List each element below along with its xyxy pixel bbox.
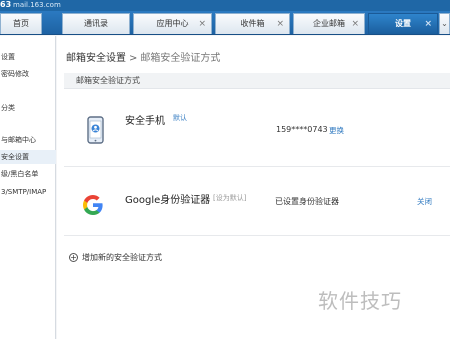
site-url: mail.163.com <box>13 1 61 9</box>
change-phone-link[interactable]: 更换 <box>329 125 344 136</box>
tab-enterprise-mail[interactable]: 企业邮箱 × <box>293 13 365 34</box>
sidebar-item-password[interactable]: 密码修改 <box>0 67 56 81</box>
add-icon: + <box>69 253 78 262</box>
tab-contacts[interactable]: 通讯录 <box>62 13 130 34</box>
tab-settings[interactable]: 设置 × <box>368 13 438 34</box>
close-icon[interactable]: × <box>276 14 284 34</box>
tab-inbox[interactable]: 收件箱 × <box>215 13 290 34</box>
sidebar-item-security[interactable]: 安全设置 <box>0 150 56 164</box>
method-name: Google身份验证器 <box>125 195 211 206</box>
close-icon[interactable]: × <box>351 14 359 34</box>
method-name: 安全手机 <box>125 116 165 127</box>
section-header: 邮箱安全验证方式 <box>64 73 450 89</box>
sidebar-item-label: 安全设置 <box>1 153 29 161</box>
sidebar-item-blacklist[interactable]: 级/黑白名单 <box>0 167 56 181</box>
logo[interactable]: 63 <box>0 0 11 10</box>
close-authenticator-link[interactable]: 关闭 <box>417 196 432 207</box>
breadcrumb-parent[interactable]: 邮箱安全设置 <box>66 53 126 64</box>
breadcrumb-separator: > <box>129 53 138 64</box>
close-icon[interactable]: × <box>424 14 432 34</box>
sidebar-item-label: 3/SMTP/IMAP <box>1 188 47 196</box>
breadcrumb: 邮箱安全设置 > 邮箱安全验证方式 <box>66 49 220 64</box>
sidebar-item-label: 与邮箱中心 <box>1 136 36 144</box>
tab-dropdown[interactable]: ⌄ <box>439 13 450 34</box>
add-method-button[interactable]: + 增加新的安全验证方式 <box>69 252 162 263</box>
google-g-icon <box>83 195 103 215</box>
row-divider <box>64 166 450 167</box>
tab-app-center[interactable]: 应用中心 × <box>133 13 212 34</box>
tab-home[interactable]: 首页 <box>0 13 42 34</box>
phone-icon <box>87 116 104 144</box>
chevron-down-icon: ⌄ <box>441 19 448 28</box>
tab-label: 通讯录 <box>84 19 108 28</box>
add-method-label: 增加新的安全验证方式 <box>82 253 162 262</box>
sidebar-item-categories[interactable]: 分类 <box>0 101 56 115</box>
top-header: 63 mail.163.com <box>0 0 450 11</box>
tab-label: 应用中心 <box>156 19 189 28</box>
watermark: 软件技巧 <box>318 289 402 313</box>
tab-label: 收件箱 <box>240 19 265 28</box>
sidebar-item-mail-center[interactable]: 与邮箱中心 <box>0 133 56 147</box>
sidebar-item-pop3-smtp-imap[interactable]: 3/SMTP/IMAP <box>0 185 56 199</box>
tab-label: 首页 <box>13 19 29 28</box>
sidebar: 设置 密码修改 分类 与邮箱中心 安全设置 级/黑白名单 3/SMTP/IMAP <box>0 36 56 339</box>
breadcrumb-current: 邮箱安全验证方式 <box>140 53 221 64</box>
row-divider <box>64 235 450 236</box>
sidebar-item-label: 设置 <box>1 53 15 61</box>
default-badge: 默认 <box>173 114 187 122</box>
tab-label: 企业邮箱 <box>313 19 345 28</box>
method-value: 159****0743 <box>276 125 328 134</box>
close-icon[interactable]: × <box>198 14 206 34</box>
sidebar-item-label: 分类 <box>1 104 15 112</box>
tab-label: 设置 <box>395 19 411 28</box>
tab-bar: 首页 通讯录 应用中心 × 收件箱 × 企业邮箱 × 设置 × ⌄ <box>0 11 450 35</box>
sidebar-item-label: 级/黑白名单 <box>1 170 39 178</box>
sidebar-item-label: 密码修改 <box>1 70 29 78</box>
sidebar-item-settings[interactable]: 设置 <box>0 50 56 64</box>
method-value: 已设置身份验证器 <box>275 197 339 206</box>
set-default-link[interactable]: [设为默认] <box>213 193 246 203</box>
